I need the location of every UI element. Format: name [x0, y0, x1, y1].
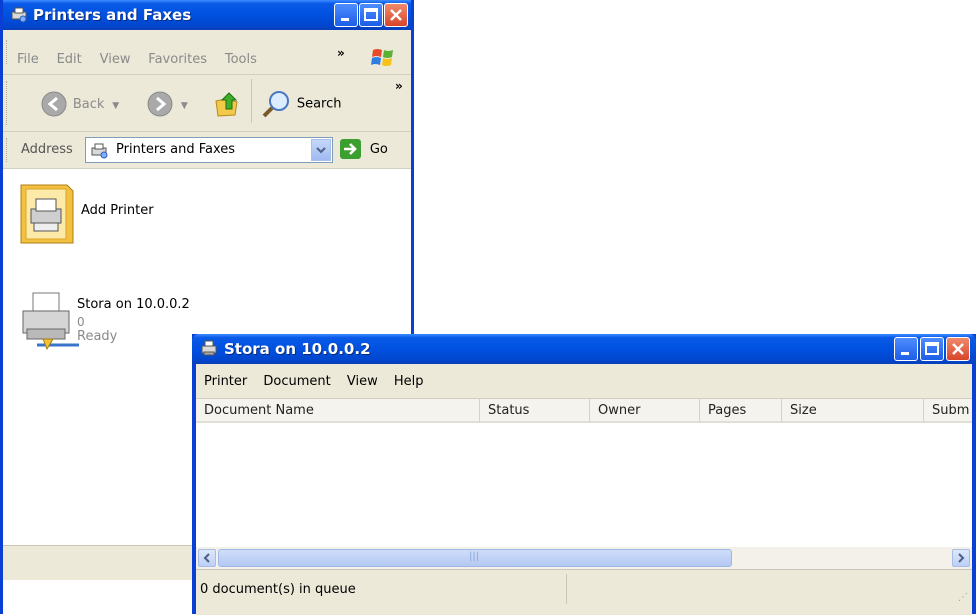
- menu-tools[interactable]: Tools: [225, 52, 257, 67]
- back-label: Back: [72, 96, 105, 112]
- menu-document[interactable]: Document: [263, 374, 330, 389]
- address-dropdown-button[interactable]: [311, 139, 331, 161]
- back-arrow-icon: [41, 91, 67, 117]
- menu-file[interactable]: File: [17, 52, 39, 67]
- forward-dropdown-icon[interactable]: ▼: [181, 101, 188, 111]
- scroll-right-button[interactable]: [952, 549, 970, 567]
- column-document-name[interactable]: Document Name: [196, 399, 480, 423]
- minimize-icon: [901, 352, 909, 355]
- toolbar: Back ▼ ▼ Search »: [3, 75, 411, 132]
- menu-bar: File Edit View Favorites Tools »: [3, 30, 411, 75]
- search-label: Search: [296, 96, 342, 112]
- close-icon: [952, 343, 964, 355]
- status-bar: 0 document(s) in queue ⋰: [196, 569, 972, 615]
- go-arrow-icon: [340, 139, 361, 159]
- search-icon: [262, 91, 289, 118]
- print-queue-window: Stora on 10.0.0.2 Printer Document View …: [192, 334, 976, 615]
- chevron-right-icon: [958, 553, 965, 563]
- printer-name: Stora on 10.0.0.2: [77, 297, 190, 312]
- toolbar-grip: [6, 81, 10, 125]
- horizontal-scrollbar[interactable]: |||: [196, 547, 972, 569]
- title-bar[interactable]: Printers and Faxes: [3, 0, 411, 30]
- maximize-button[interactable]: [920, 337, 944, 361]
- menu-edit[interactable]: Edit: [57, 52, 82, 67]
- menu-chevron-icon[interactable]: »: [337, 46, 345, 60]
- column-pages[interactable]: Pages: [700, 399, 782, 423]
- go-label: Go: [369, 141, 388, 157]
- address-value: Printers and Faxes: [116, 142, 236, 157]
- column-owner[interactable]: Owner: [590, 399, 700, 423]
- maximize-icon: [925, 342, 939, 355]
- back-dropdown-icon[interactable]: ▼: [112, 101, 119, 111]
- forward-button[interactable]: ▼: [147, 91, 188, 117]
- window-title: Printers and Faxes: [33, 6, 192, 24]
- toolbar-chevron-icon[interactable]: »: [395, 79, 403, 93]
- column-size[interactable]: Size: [782, 399, 924, 423]
- minimize-button[interactable]: [894, 337, 918, 361]
- printer-icon: [201, 340, 217, 356]
- menu-printer[interactable]: Printer: [204, 374, 247, 389]
- printers-folder-icon: [91, 143, 108, 159]
- window-title: Stora on 10.0.0.2: [224, 340, 371, 358]
- back-button[interactable]: Back ▼: [41, 91, 119, 117]
- forward-arrow-icon: [147, 91, 173, 117]
- minimize-button[interactable]: [334, 3, 358, 27]
- close-icon: [390, 9, 402, 21]
- chevron-left-icon: [203, 553, 210, 563]
- address-bar: Address Printers and Faxes Go: [3, 132, 411, 169]
- printer-document-count: 0: [77, 315, 85, 329]
- close-button[interactable]: [384, 3, 408, 27]
- printer-icon: [22, 292, 79, 351]
- printer-item-stora[interactable]: Stora on 10.0.0.2 0 Ready: [19, 287, 190, 356]
- go-button[interactable]: Go: [339, 138, 388, 160]
- scroll-thumb[interactable]: |||: [218, 549, 732, 567]
- address-grip: [6, 138, 10, 162]
- chevron-down-icon: [316, 147, 326, 154]
- up-folder-icon[interactable]: [213, 89, 243, 119]
- add-printer-icon: [20, 184, 74, 244]
- menu-grip: [6, 40, 10, 64]
- add-printer-item[interactable]: Add Printer: [17, 179, 154, 248]
- maximize-button[interactable]: [359, 3, 383, 27]
- scroll-grip-icon: |||: [469, 551, 480, 562]
- menu-view[interactable]: View: [347, 374, 378, 389]
- printer-status: Ready: [77, 329, 118, 344]
- column-status[interactable]: Status: [480, 399, 590, 423]
- printers-folder-icon: [11, 7, 27, 23]
- menu-favorites[interactable]: Favorites: [148, 52, 207, 67]
- windows-logo-icon: [371, 49, 393, 66]
- menu-help[interactable]: Help: [394, 374, 424, 389]
- resize-grip-icon[interactable]: ⋰: [958, 592, 968, 603]
- column-submitted[interactable]: Subm: [924, 399, 972, 423]
- minimize-icon: [341, 18, 349, 21]
- title-bar[interactable]: Stora on 10.0.0.2: [192, 334, 976, 364]
- scroll-left-button[interactable]: [198, 549, 216, 567]
- add-printer-label: Add Printer: [81, 203, 154, 218]
- menu-bar: Printer Document View Help: [196, 364, 972, 399]
- queue-status-text: 0 document(s) in queue: [200, 582, 356, 597]
- document-list[interactable]: Document Name Status Owner Pages Size Su…: [196, 399, 972, 547]
- address-label: Address: [21, 142, 73, 157]
- address-field[interactable]: Printers and Faxes: [85, 137, 333, 163]
- search-button[interactable]: Search: [261, 89, 342, 119]
- close-button[interactable]: [946, 337, 970, 361]
- maximize-icon: [364, 8, 378, 21]
- menu-view[interactable]: View: [100, 52, 131, 67]
